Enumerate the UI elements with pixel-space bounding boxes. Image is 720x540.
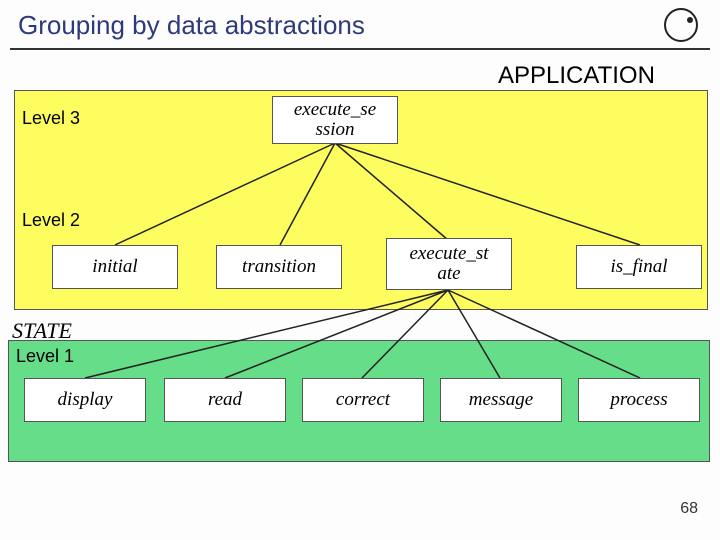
node-execute-session: execute_se ssion: [272, 96, 398, 144]
node-correct: correct: [302, 378, 424, 422]
node-initial: initial: [52, 245, 178, 289]
title-underline: [10, 48, 710, 50]
page-number: 68: [680, 500, 698, 518]
node-transition: transition: [216, 245, 342, 289]
node-process: process: [578, 378, 700, 422]
node-execute-state: execute_st ate: [386, 238, 512, 290]
node-read: read: [164, 378, 286, 422]
level2-label: Level 2: [22, 210, 80, 231]
node-is-final: is_final: [576, 245, 702, 289]
node-display: display: [24, 378, 146, 422]
application-label: APPLICATION: [498, 62, 655, 90]
eiffel-logo-icon: [664, 8, 698, 42]
level1-label: Level 1: [16, 346, 74, 367]
slide-title: Grouping by data abstractions: [18, 10, 365, 41]
level3-label: Level 3: [22, 108, 80, 129]
node-message: message: [440, 378, 562, 422]
slide-canvas: Grouping by data abstractions APPLICATIO…: [0, 0, 720, 540]
